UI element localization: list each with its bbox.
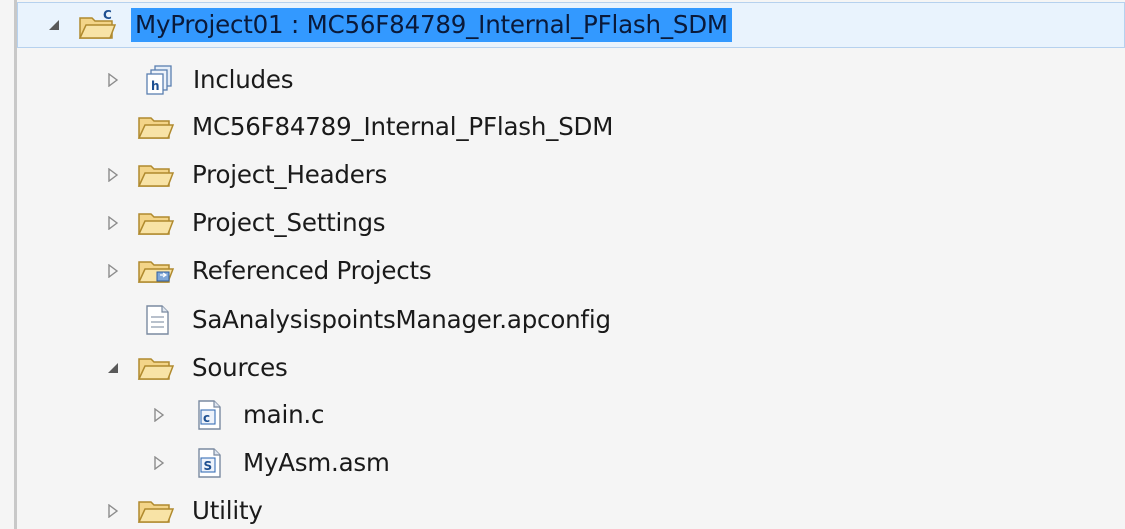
utility-label: Utility	[192, 496, 263, 525]
collapsed-triangle-icon[interactable]	[149, 405, 169, 425]
project-headers-label: Project_Headers	[192, 160, 388, 189]
svg-text:c: c	[203, 411, 210, 425]
sources-label: Sources	[192, 353, 288, 382]
includes-icon: h	[141, 63, 179, 97]
asm-file-icon: S	[190, 446, 228, 480]
tree-row-project-settings[interactable]: Project_Settings	[17, 200, 1117, 246]
referenced-projects-label: Referenced Projects	[192, 256, 432, 285]
svg-text:h: h	[151, 79, 160, 93]
collapsed-triangle-icon[interactable]	[149, 453, 169, 473]
referenced-projects-folder-icon	[137, 254, 175, 288]
tree-row-project-headers[interactable]: Project_Headers	[17, 152, 1117, 198]
tree-row-referenced-projects[interactable]: Referenced Projects	[17, 248, 1117, 294]
apconfig-file-label: SaAnalysispointsManager.apconfig	[192, 305, 611, 334]
target-folder-label: MC56F84789_Internal_PFlash_SDM	[192, 112, 614, 141]
tree-row-main-c[interactable]: c main.c	[17, 392, 1117, 438]
myasm-label: MyAsm.asm	[243, 448, 390, 477]
c-file-icon: c	[190, 398, 228, 432]
collapsed-triangle-icon[interactable]	[103, 70, 123, 90]
tree-row-target-folder[interactable]: MC56F84789_Internal_PFlash_SDM	[17, 104, 1117, 150]
project-folder-icon: C	[78, 8, 116, 42]
tree-row-myasm[interactable]: S MyAsm.asm	[17, 440, 1117, 486]
file-icon	[138, 303, 176, 337]
project-root-label: MyProject01 : MC56F84789_Internal_PFlash…	[131, 8, 732, 42]
collapsed-triangle-icon[interactable]	[103, 261, 123, 281]
includes-label: Includes	[193, 65, 294, 94]
project-settings-label: Project_Settings	[192, 208, 386, 237]
folder-icon	[137, 110, 175, 144]
main-c-label: main.c	[243, 400, 325, 429]
expanded-triangle-icon[interactable]	[44, 15, 64, 35]
folder-icon	[137, 206, 175, 240]
folder-icon	[137, 494, 175, 528]
tree-row-utility[interactable]: Utility	[17, 488, 1117, 529]
svg-text:C: C	[103, 8, 112, 22]
project-explorer: C MyProject01 : MC56F84789_Internal_PFla…	[0, 0, 1125, 529]
folder-icon	[137, 158, 175, 192]
tree-row-apconfig-file[interactable]: SaAnalysispointsManager.apconfig	[17, 297, 1117, 343]
collapsed-triangle-icon[interactable]	[103, 165, 123, 185]
project-tree: C MyProject01 : MC56F84789_Internal_PFla…	[17, 0, 1125, 529]
tree-row-includes[interactable]: h Includes	[17, 57, 1117, 103]
svg-text:S: S	[204, 459, 213, 473]
tree-row-project-root[interactable]: C MyProject01 : MC56F84789_Internal_PFla…	[17, 2, 1125, 48]
folder-icon	[137, 351, 175, 385]
expanded-triangle-icon[interactable]	[103, 358, 123, 378]
collapsed-triangle-icon[interactable]	[103, 213, 123, 233]
collapsed-triangle-icon[interactable]	[103, 501, 123, 521]
tree-row-sources[interactable]: Sources	[17, 345, 1117, 391]
